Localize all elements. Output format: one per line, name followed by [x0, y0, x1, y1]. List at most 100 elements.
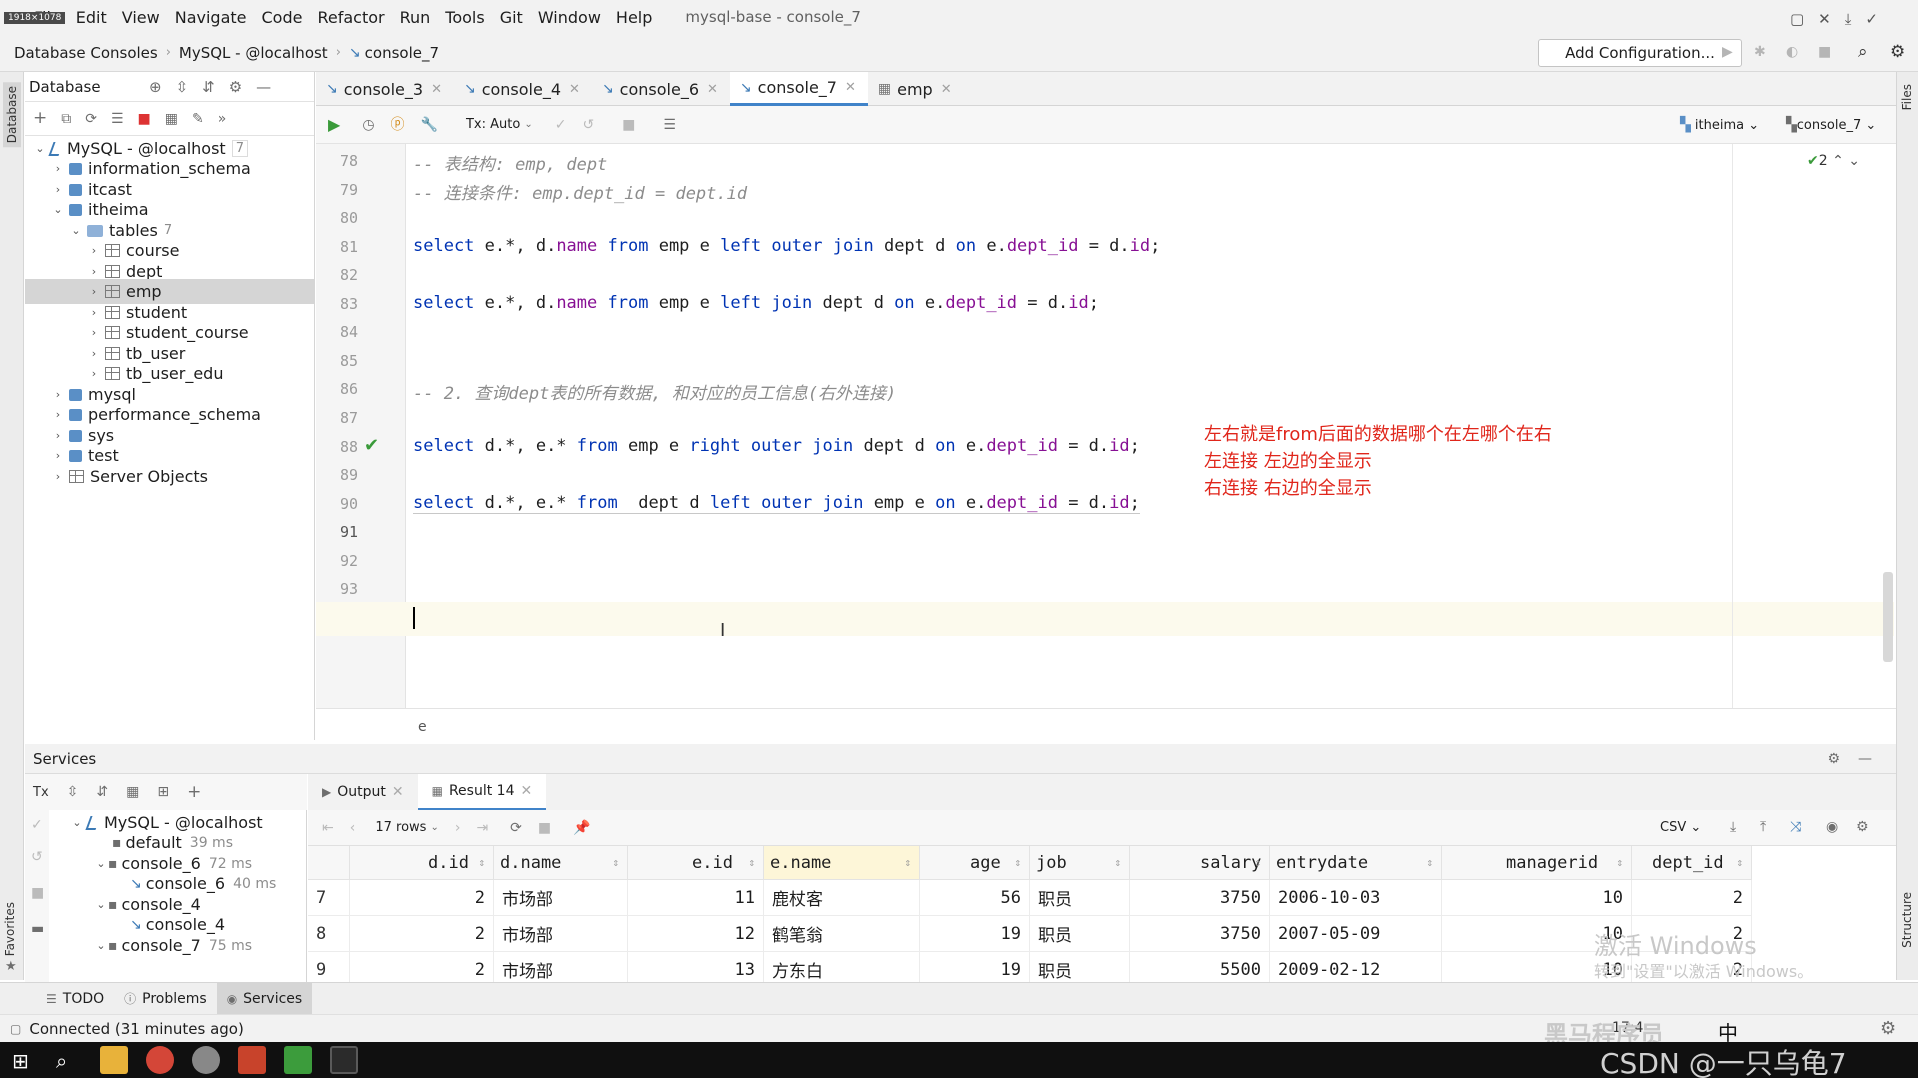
- close-icon[interactable]: ✕: [569, 82, 580, 97]
- first-page-icon[interactable]: ⇤: [322, 821, 334, 835]
- stop-icon[interactable]: ■: [31, 886, 44, 900]
- close-icon[interactable]: ✕: [431, 82, 442, 97]
- add-icon[interactable]: +: [33, 110, 47, 127]
- commit-icon[interactable]: ✓: [31, 818, 43, 832]
- column-header-age[interactable]: age ⇕: [920, 846, 1030, 880]
- service-node-console-7[interactable]: ⌄ ▪ console_7 75 ms: [94, 933, 252, 958]
- crumb-connection[interactable]: MySQL - @localhost: [179, 44, 328, 62]
- cell[interactable]: 市场部: [494, 952, 628, 982]
- cell[interactable]: 3750: [1130, 880, 1270, 916]
- stop-icon[interactable]: ■: [538, 821, 551, 835]
- refresh-icon[interactable]: ⟳: [85, 112, 97, 126]
- menu-navigate[interactable]: Navigate: [175, 8, 247, 27]
- tab-emp[interactable]: ▦ emp ✕: [868, 72, 964, 106]
- crumb-console[interactable]: console_7: [365, 44, 439, 62]
- panel-header-icons[interactable]: ⊕⇳⇵⚙—: [149, 78, 285, 96]
- menu-tools[interactable]: Tools: [445, 8, 484, 27]
- add-configuration-button[interactable]: Add Configuration...: [1538, 39, 1742, 67]
- cell[interactable]: 56: [920, 880, 1030, 916]
- gear-icon[interactable]: ⚙: [1856, 820, 1869, 834]
- more-icon[interactable]: »: [218, 112, 227, 126]
- transaction-mode-select[interactable]: Tx: Auto: [466, 117, 520, 132]
- row-count-select[interactable]: 17 rows: [375, 820, 426, 835]
- cell[interactable]: 19: [920, 916, 1030, 952]
- files-stripe-button[interactable]: Files: [1900, 84, 1914, 110]
- tree-node-server-objects[interactable]: › Server Objects: [25, 464, 315, 489]
- compare-icon[interactable]: ⤨: [1790, 820, 1801, 834]
- cell[interactable]: 2: [350, 916, 494, 952]
- session-selector[interactable]: ▚console_7 ⌄: [1786, 118, 1876, 133]
- menu-view[interactable]: View: [122, 8, 160, 27]
- layout-icon[interactable]: ▬: [31, 922, 44, 936]
- schema-selector[interactable]: ▚ itheima ⌄: [1680, 118, 1759, 133]
- close-icon[interactable]: ✕: [941, 82, 952, 97]
- edit-icon[interactable]: ✎: [192, 112, 204, 126]
- app-icon[interactable]: [192, 1046, 220, 1074]
- tab-console-3[interactable]: ↘ console_3 ✕: [316, 72, 454, 106]
- editor-scrollbar[interactable]: [1883, 572, 1893, 662]
- tx-icon[interactable]: Tx: [33, 786, 49, 799]
- column-header-salary[interactable]: salary ⇕: [1130, 846, 1270, 880]
- column-header-dept-id[interactable]: dept_id ⇕: [1632, 846, 1752, 880]
- rollback-icon[interactable]: ↺: [582, 118, 594, 132]
- rollback-icon[interactable]: ↺: [31, 850, 43, 864]
- view-icon[interactable]: ◉: [1826, 820, 1838, 834]
- cell[interactable]: 2006-10-03: [1270, 880, 1442, 916]
- cell[interactable]: 鹤笔翁: [764, 916, 920, 952]
- cell[interactable]: 2: [1632, 880, 1752, 916]
- todo-button[interactable]: ☰ TODO: [36, 983, 114, 1015]
- refresh-icon[interactable]: ⟳: [510, 821, 522, 835]
- wrench-icon[interactable]: 🔧: [421, 118, 438, 132]
- column-header-d-name[interactable]: d.name ⇕: [494, 846, 628, 880]
- last-page-icon[interactable]: ⇥: [476, 821, 488, 835]
- sql-editor[interactable]: -- 表结构: emp, dept -- 连接条件: emp.dept_id =…: [407, 144, 1896, 708]
- settings-icon[interactable]: ⚙: [1890, 44, 1905, 61]
- cell[interactable]: 13: [628, 952, 764, 982]
- cell[interactable]: 方东白: [764, 952, 920, 982]
- explorer-icon[interactable]: [100, 1046, 128, 1074]
- close-icon[interactable]: ✕: [707, 82, 718, 97]
- column-header-managerid[interactable]: managerid ⇕: [1442, 846, 1632, 880]
- datagrip-icon[interactable]: [330, 1046, 358, 1074]
- cell[interactable]: 3750: [1130, 916, 1270, 952]
- tab-output[interactable]: ▶ Output ✕: [308, 774, 418, 810]
- menu-run[interactable]: Run: [400, 8, 431, 27]
- group-icon[interactable]: ▦: [126, 785, 139, 799]
- execute-icon[interactable]: ▶: [328, 116, 340, 133]
- chrome-icon[interactable]: [146, 1046, 174, 1074]
- menu-code[interactable]: Code: [262, 8, 303, 27]
- close-icon[interactable]: ✕: [845, 80, 856, 95]
- breadcrumb-item[interactable]: e: [418, 719, 427, 735]
- tab-console-6[interactable]: ↘ console_6 ✕: [592, 72, 730, 106]
- gear-icon[interactable]: ⚙: [1880, 1020, 1896, 1038]
- filter-icon[interactable]: ⊞: [157, 785, 169, 799]
- services-button[interactable]: ◉ Services: [216, 982, 313, 1015]
- stop-icon[interactable]: ■: [1818, 45, 1831, 59]
- output-layout-icon[interactable]: ☰: [663, 118, 676, 132]
- add-icon[interactable]: +: [187, 783, 201, 801]
- debug-icon[interactable]: ✱: [1754, 45, 1766, 59]
- pin-icon[interactable]: 📌: [573, 821, 590, 835]
- menu-edit[interactable]: Edit: [76, 8, 107, 27]
- menu-git[interactable]: Git: [500, 8, 523, 27]
- column-header-entrydate[interactable]: entrydate ⇕: [1270, 846, 1442, 880]
- cell[interactable]: 2007-05-09: [1270, 916, 1442, 952]
- menu-refactor[interactable]: Refactor: [317, 8, 384, 27]
- column-header-e-name[interactable]: e.name ⇕: [764, 846, 920, 880]
- cell[interactable]: 市场部: [494, 916, 628, 952]
- search-icon[interactable]: ⌕: [56, 1049, 67, 1073]
- collapse-all-icon[interactable]: ⇵: [96, 785, 108, 799]
- cell[interactable]: 12: [628, 916, 764, 952]
- column-header-e-id[interactable]: e.id ⇕: [628, 846, 764, 880]
- cell[interactable]: 职员: [1030, 880, 1130, 916]
- start-icon[interactable]: ⊞: [12, 1049, 29, 1073]
- cell[interactable]: 鹿杖客: [764, 880, 920, 916]
- cell[interactable]: 2009-02-12: [1270, 952, 1442, 982]
- cell[interactable]: 2: [350, 952, 494, 982]
- download-icon[interactable]: ⤓: [1730, 820, 1736, 834]
- crumb-consoles[interactable]: Database Consoles: [14, 44, 158, 62]
- prev-page-icon[interactable]: ‹: [350, 821, 356, 835]
- tab-console-7[interactable]: ↘ console_7 ✕: [729, 72, 868, 106]
- inspection-status[interactable]: ✔2 ⌃ ⌄: [1807, 153, 1860, 169]
- hide-icon[interactable]: —: [1858, 752, 1872, 766]
